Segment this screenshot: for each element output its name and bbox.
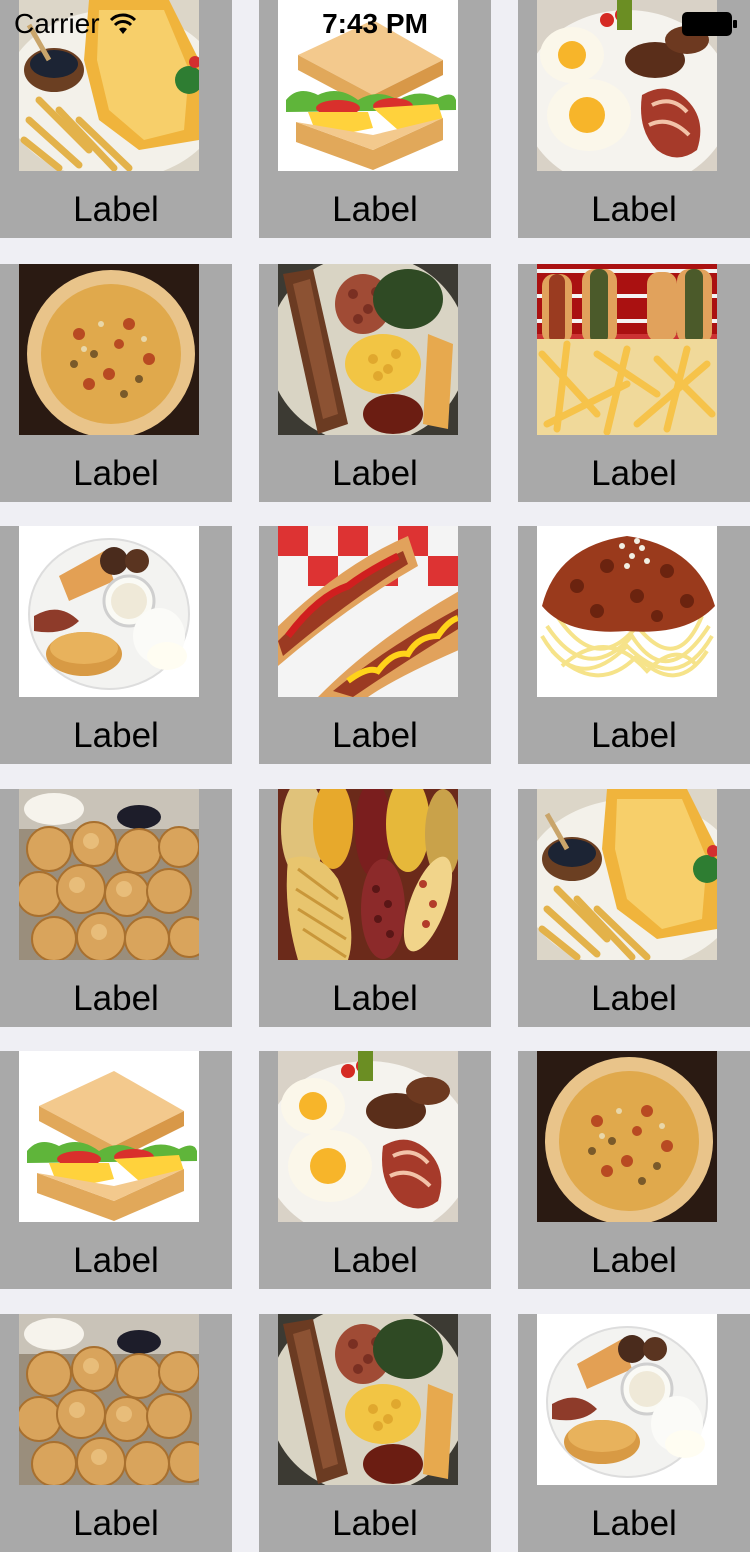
food-image: [537, 1051, 717, 1222]
food-image: [537, 264, 717, 435]
food-grid-cell[interactable]: Label: [0, 0, 232, 238]
cell-label: Label: [73, 716, 159, 755]
food-grid-cell[interactable]: Label: [518, 789, 750, 1027]
cell-label: Label: [332, 454, 418, 493]
food-image: [278, 264, 458, 435]
food-image: [278, 526, 458, 697]
food-image: [278, 1314, 458, 1485]
food-grid-cell[interactable]: Label: [518, 1051, 750, 1289]
food-grid-cell[interactable]: Label: [0, 264, 232, 502]
food-grid-cell[interactable]: Label: [259, 526, 491, 764]
food-image: [19, 0, 199, 171]
cell-label: Label: [591, 979, 677, 1018]
cell-label: Label: [332, 716, 418, 755]
food-image: [537, 0, 717, 171]
cell-label: Label: [73, 454, 159, 493]
cell-label: Label: [332, 1241, 418, 1280]
food-image: [278, 789, 458, 960]
cell-label: Label: [73, 979, 159, 1018]
food-image: [19, 264, 199, 435]
food-image: [19, 789, 199, 960]
food-grid-cell[interactable]: Label: [0, 1314, 232, 1552]
cell-label: Label: [591, 1504, 677, 1543]
food-grid-cell[interactable]: Label: [518, 1314, 750, 1552]
food-image: [537, 526, 717, 697]
food-grid-cell[interactable]: Label: [0, 789, 232, 1027]
food-grid-cell[interactable]: Label: [518, 526, 750, 764]
food-grid-cell[interactable]: Label: [0, 1051, 232, 1289]
food-grid-cell[interactable]: Label: [518, 264, 750, 502]
food-image: [278, 0, 458, 171]
food-grid-cell[interactable]: Label: [518, 0, 750, 238]
food-image: [19, 1051, 199, 1222]
cell-label: Label: [73, 1504, 159, 1543]
food-grid-cell[interactable]: Label: [259, 0, 491, 238]
food-grid-cell[interactable]: Label: [259, 264, 491, 502]
cell-label: Label: [591, 1241, 677, 1280]
food-image: [537, 1314, 717, 1485]
food-image: [537, 789, 717, 960]
cell-label: Label: [73, 190, 159, 229]
food-grid-cell[interactable]: Label: [259, 1051, 491, 1289]
food-grid-cell[interactable]: Label: [259, 789, 491, 1027]
cell-label: Label: [591, 454, 677, 493]
cell-label: Label: [591, 190, 677, 229]
cell-label: Label: [591, 716, 677, 755]
cell-label: Label: [332, 1504, 418, 1543]
food-image: [19, 1314, 199, 1485]
food-image: [278, 1051, 458, 1222]
food-image: [19, 526, 199, 697]
cell-label: Label: [332, 979, 418, 1018]
food-grid-cell[interactable]: Label: [0, 526, 232, 764]
cell-label: Label: [73, 1241, 159, 1280]
cell-label: Label: [332, 190, 418, 229]
food-grid-cell[interactable]: Label: [259, 1314, 491, 1552]
